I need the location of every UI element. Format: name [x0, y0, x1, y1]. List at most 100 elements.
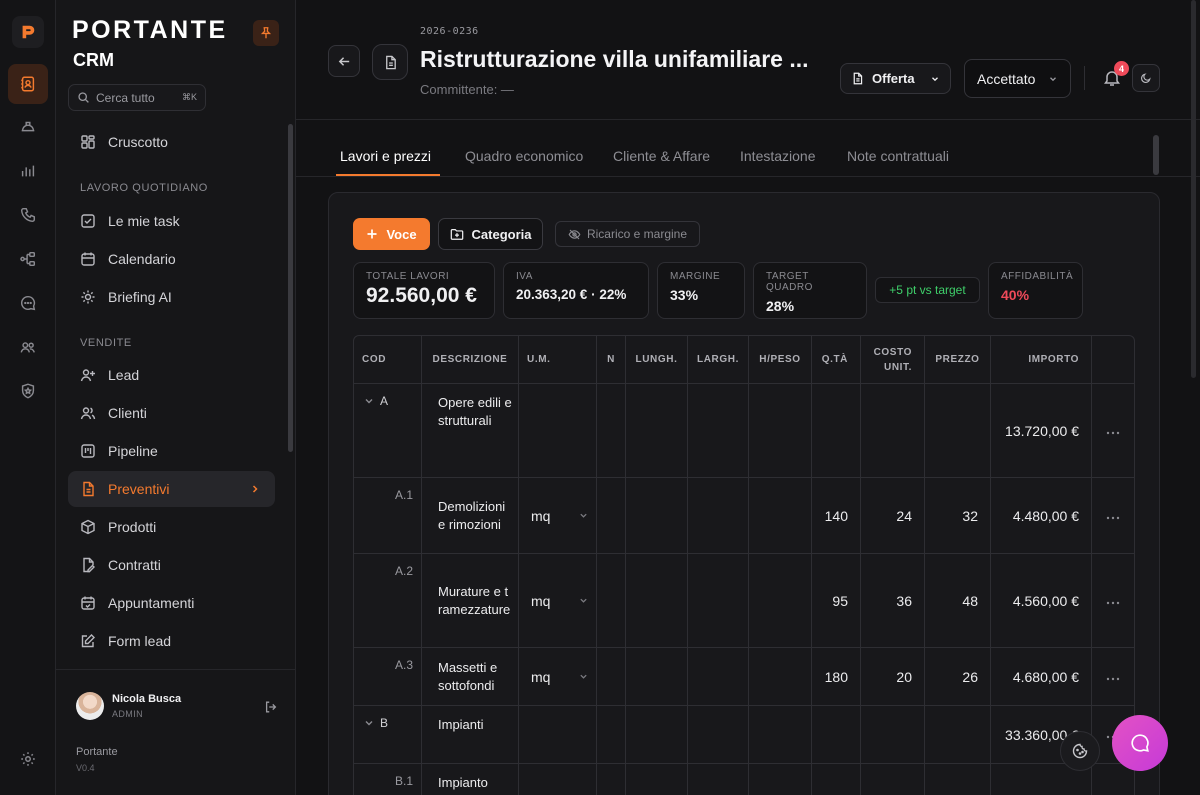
- rail-workflow[interactable]: [8, 239, 48, 279]
- tab-cliente-affare[interactable]: Cliente & Affare: [613, 148, 710, 164]
- pin-sidebar-button[interactable]: [253, 20, 279, 46]
- sidebar-item-calendario[interactable]: Calendario: [68, 241, 275, 277]
- sidebar-item-prodotti[interactable]: Prodotti: [68, 509, 275, 545]
- cell-largh[interactable]: [688, 478, 749, 554]
- back-button[interactable]: [328, 45, 360, 77]
- cell-cod[interactable]: B: [354, 706, 422, 764]
- cookie-settings-button[interactable]: [1060, 731, 1100, 771]
- sidebar-item-le-mie-task[interactable]: Le mie task: [68, 203, 275, 239]
- cell-costo[interactable]: 36: [861, 554, 925, 648]
- sidebar-item-contratti[interactable]: Contratti: [68, 547, 275, 583]
- cell-um[interactable]: mq: [519, 478, 597, 554]
- cell-qta[interactable]: 140: [812, 478, 861, 554]
- chevron-down-icon[interactable]: [364, 396, 374, 406]
- table-row-category[interactable]: A Opere edili e strutturali 13.720,00 €: [354, 384, 1134, 478]
- cell-lungh[interactable]: [626, 764, 688, 795]
- cell-costo[interactable]: [861, 764, 925, 795]
- col-header-largh[interactable]: LARGH.: [688, 336, 749, 384]
- ricarico-margine-toggle[interactable]: Ricarico e margine: [555, 221, 700, 247]
- cell-hpeso[interactable]: [749, 648, 812, 706]
- rail-settings[interactable]: [8, 739, 48, 779]
- cell-cod[interactable]: B.1: [354, 764, 422, 795]
- cell-n[interactable]: [597, 764, 626, 795]
- cell-lungh[interactable]: [626, 648, 688, 706]
- cell-cod[interactable]: A.2: [354, 554, 422, 648]
- row-actions[interactable]: [1092, 764, 1134, 795]
- cell-n[interactable]: [597, 478, 626, 554]
- cell-largh[interactable]: [688, 648, 749, 706]
- rail-cantieri[interactable]: [8, 107, 48, 147]
- chat-support-button[interactable]: [1112, 715, 1168, 771]
- sidebar-item-form-lead[interactable]: Form lead: [68, 623, 275, 659]
- rail-team[interactable]: [8, 327, 48, 367]
- sidebar-item-preventivi[interactable]: Preventivi: [68, 471, 275, 507]
- sidebar-item-lead[interactable]: Lead: [68, 357, 275, 393]
- sidebar-item-appuntamenti[interactable]: Appuntamenti: [68, 585, 275, 621]
- cell-n[interactable]: [597, 648, 626, 706]
- cell-cod[interactable]: A.3: [354, 648, 422, 706]
- table-row-category[interactable]: B Impianti 33.360,00 €: [354, 706, 1134, 764]
- logout-icon[interactable]: [264, 700, 278, 714]
- col-header-importo[interactable]: IMPORTO: [991, 336, 1092, 384]
- cell-n[interactable]: [597, 554, 626, 648]
- tab-lavori-prezzi[interactable]: Lavori e prezzi: [340, 148, 431, 164]
- cell-hpeso[interactable]: [749, 554, 812, 648]
- col-header-prezzo[interactable]: PREZZO: [925, 336, 991, 384]
- cell-cod[interactable]: A: [354, 384, 422, 478]
- row-actions-button[interactable]: [1092, 648, 1134, 706]
- table-row[interactable]: A.3 Massetti e sottofondi mq 180 20 26 4…: [354, 648, 1134, 706]
- table-row[interactable]: A.1 Demolizioni e rimozioni mq 140 24 32…: [354, 478, 1134, 554]
- rail-report[interactable]: [8, 151, 48, 191]
- cell-largh[interactable]: [688, 554, 749, 648]
- tab-intestazione[interactable]: Intestazione: [740, 148, 816, 164]
- cell-descrizione[interactable]: Impianto: [422, 764, 519, 795]
- document-button[interactable]: [372, 44, 408, 80]
- cell-lungh[interactable]: [626, 478, 688, 554]
- col-header-qta[interactable]: Q.TÀ: [812, 336, 861, 384]
- cell-qta[interactable]: 95: [812, 554, 861, 648]
- sidebar-item-clienti[interactable]: Clienti: [68, 395, 275, 431]
- cell-prezzo[interactable]: 26: [925, 648, 991, 706]
- status-select[interactable]: Accettato: [964, 59, 1071, 98]
- user-profile[interactable]: Nicola Busca ADMIN: [76, 692, 181, 720]
- cell-cod[interactable]: A.1: [354, 478, 422, 554]
- tab-quadro-economico[interactable]: Quadro economico: [465, 148, 583, 164]
- cell-qta[interactable]: 180: [812, 648, 861, 706]
- rail-crm[interactable]: [8, 64, 48, 104]
- table-row[interactable]: B.1 Impianto: [354, 764, 1134, 795]
- add-categoria-button[interactable]: Categoria: [438, 218, 543, 250]
- row-actions-button[interactable]: [1092, 554, 1134, 648]
- cell-descrizione[interactable]: Demolizioni e rimozioni: [422, 478, 519, 554]
- col-header-n[interactable]: N: [597, 336, 626, 384]
- table-row[interactable]: A.2 Murature e tramezzature mq 95 36 48 …: [354, 554, 1134, 648]
- tabs-scrollbar[interactable]: [1153, 135, 1159, 175]
- cell-lungh[interactable]: [626, 554, 688, 648]
- cell-prezzo[interactable]: 32: [925, 478, 991, 554]
- col-header-um[interactable]: U.M.: [519, 336, 597, 384]
- search-input[interactable]: Cerca tutto ⌘K: [68, 84, 206, 111]
- sidebar-item-cruscotto[interactable]: Cruscotto: [68, 124, 275, 160]
- add-voce-button[interactable]: Voce: [353, 218, 430, 250]
- cell-costo[interactable]: 24: [861, 478, 925, 554]
- col-header-hpeso[interactable]: H/PESO: [749, 336, 812, 384]
- rail-chat[interactable]: [8, 283, 48, 323]
- sidebar-item-pipeline[interactable]: Pipeline: [68, 433, 275, 469]
- col-header-costo-unit[interactable]: COSTO UNIT.: [861, 336, 925, 384]
- rail-security[interactable]: [8, 371, 48, 411]
- theme-toggle-button[interactable]: [1132, 64, 1160, 92]
- cell-largh[interactable]: [688, 764, 749, 795]
- page-scrollbar[interactable]: [1191, 0, 1196, 378]
- cell-descrizione[interactable]: Impianti: [422, 706, 519, 764]
- tab-note-contrattuali[interactable]: Note contrattuali: [847, 148, 949, 164]
- row-actions-button[interactable]: [1092, 384, 1134, 478]
- sidebar-scrollbar[interactable]: [288, 124, 293, 452]
- rail-calls[interactable]: [8, 195, 48, 235]
- cell-descrizione[interactable]: Murature e tramezzature: [422, 554, 519, 648]
- col-header-lungh[interactable]: LUNGH.: [626, 336, 688, 384]
- col-header-descrizione[interactable]: DESCRIZIONE: [422, 336, 519, 384]
- cell-um[interactable]: mq: [519, 554, 597, 648]
- app-logo[interactable]: [12, 16, 44, 48]
- cell-descrizione[interactable]: Massetti e sottofondi: [422, 648, 519, 706]
- chevron-down-icon[interactable]: [364, 718, 374, 728]
- col-header-cod[interactable]: COD: [354, 336, 422, 384]
